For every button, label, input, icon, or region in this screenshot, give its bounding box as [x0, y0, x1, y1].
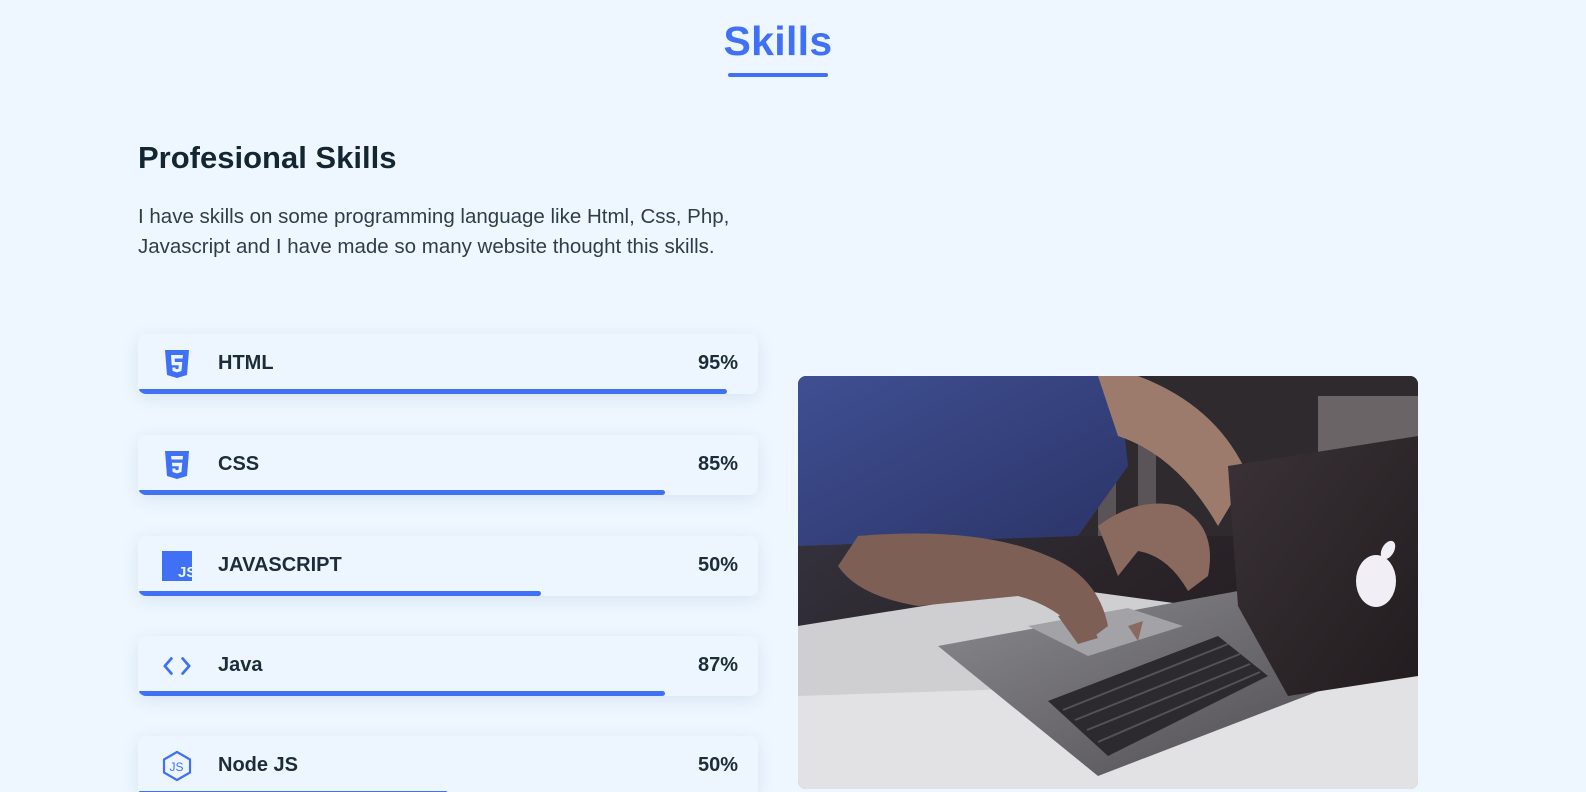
skill-percent: 87%	[697, 654, 738, 676]
skills-heading: Profesional Skills	[138, 140, 397, 175]
progress-fill	[138, 389, 727, 394]
title-underline	[728, 73, 828, 77]
skill-name: JAVASCRIPT	[218, 554, 342, 576]
skill-name: CSS	[218, 453, 260, 475]
skill-percent: 95%	[697, 352, 738, 374]
progress-track	[138, 490, 758, 495]
skill-percent: 50%	[697, 554, 738, 576]
skill-bar-html: HTML 95%	[138, 334, 758, 394]
css3-icon	[162, 450, 192, 480]
nodejs-icon: JS	[162, 750, 192, 782]
section-title: Skills	[723, 18, 833, 64]
svg-text:JS: JS	[170, 760, 184, 774]
person-typing-on-laptop-image	[798, 376, 1418, 789]
progress-fill	[138, 691, 665, 696]
svg-text:JS: JS	[178, 564, 192, 581]
skill-bar-javascript: JS JAVASCRIPT 50%	[138, 536, 758, 596]
skills-page: Skills Profesional Skills I have skills …	[0, 0, 1586, 792]
progress-fill	[138, 490, 665, 495]
skill-bar-nodejs: JS Node JS 50%	[138, 736, 758, 792]
skill-bar-java: Java 87%	[138, 636, 758, 696]
code-brackets-icon	[162, 651, 192, 681]
skill-name: Node JS	[218, 754, 299, 776]
skill-percent: 85%	[697, 453, 738, 475]
skill-percent: 50%	[697, 754, 738, 776]
skill-bar-css: CSS 85%	[138, 435, 758, 495]
progress-fill	[138, 591, 541, 596]
progress-track	[138, 389, 758, 394]
progress-track	[138, 691, 758, 696]
skill-name: HTML	[218, 352, 274, 374]
skills-description: I have skills on some programming langua…	[138, 205, 730, 258]
js-icon: JS	[162, 551, 192, 581]
progress-track	[138, 591, 758, 596]
html5-icon	[162, 349, 192, 379]
skill-name: Java	[218, 654, 263, 676]
laptop-photo	[798, 376, 1418, 789]
